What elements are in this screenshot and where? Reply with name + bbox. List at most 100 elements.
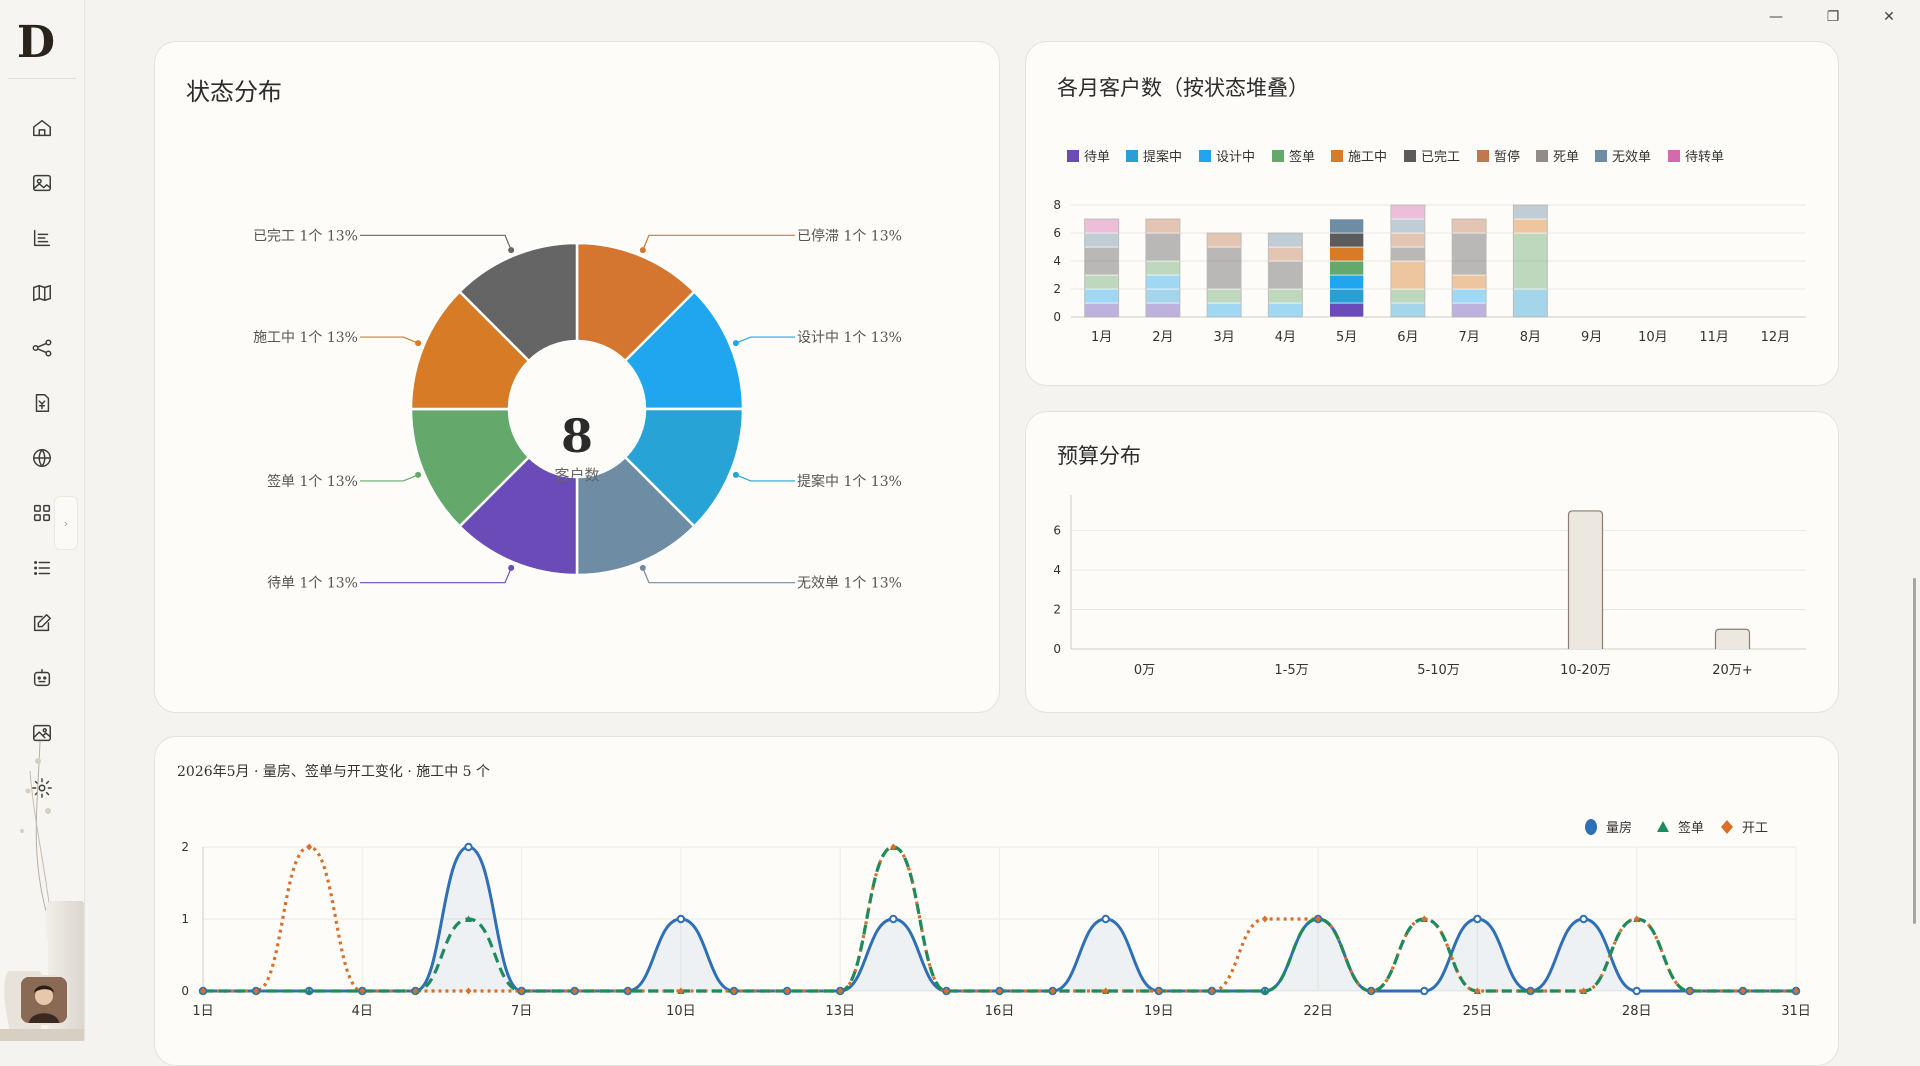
invoice-icon[interactable] xyxy=(26,387,58,419)
stack-bar-segment[interactable] xyxy=(1206,288,1242,304)
x-tick-label: 10日 xyxy=(666,1004,696,1019)
stack-bar-segment[interactable] xyxy=(1329,302,1364,318)
legend-swatch xyxy=(1199,150,1211,162)
stack-bar-segment[interactable] xyxy=(1145,274,1181,290)
series-point[interactable] xyxy=(1101,914,1110,924)
stack-bar-segment[interactable] xyxy=(1084,246,1119,276)
stack-bar-segment[interactable] xyxy=(1084,232,1119,248)
minimize-button[interactable]: — xyxy=(1753,4,1799,30)
series-point[interactable] xyxy=(1632,986,1641,996)
stack-bar-segment[interactable] xyxy=(1451,302,1487,318)
series-point[interactable] xyxy=(1262,915,1268,923)
stack-bar-segment[interactable] xyxy=(1084,218,1119,234)
stack-bar-segment[interactable] xyxy=(1513,232,1548,290)
home-icon[interactable] xyxy=(26,112,58,144)
map-icon[interactable] xyxy=(26,277,58,309)
stack-bar-segment[interactable] xyxy=(1451,288,1487,304)
user-avatar[interactable] xyxy=(19,975,69,1025)
stack-bar-segment[interactable] xyxy=(1329,232,1364,248)
legend-label: 已完工 xyxy=(1421,150,1460,165)
series-point[interactable] xyxy=(306,843,313,851)
stack-bar-segment[interactable] xyxy=(1513,218,1548,234)
stack-bar-segment[interactable] xyxy=(1268,246,1303,262)
budget-bar[interactable] xyxy=(1714,628,1751,649)
scrollbar-thumb[interactable] xyxy=(1913,578,1916,924)
y-tick-label: 8 xyxy=(1053,198,1061,212)
stack-bar-segment[interactable] xyxy=(1451,232,1487,276)
restore-button[interactable]: ❐ xyxy=(1810,4,1856,30)
stack-bar-segment[interactable] xyxy=(1268,232,1303,248)
series-point[interactable] xyxy=(1420,986,1429,996)
x-tick-label: 1日 xyxy=(192,1004,213,1019)
stack-bar-segment[interactable] xyxy=(1084,274,1119,290)
x-tick-label: 4月 xyxy=(1275,330,1296,345)
stack-bar-segment[interactable] xyxy=(1084,288,1119,304)
x-tick-label: 10-20万 xyxy=(1560,663,1611,678)
list-icon[interactable] xyxy=(26,552,58,584)
flow-icon[interactable] xyxy=(26,332,58,364)
stack-bar-segment[interactable] xyxy=(1206,232,1242,248)
stack-bar-segment[interactable] xyxy=(1451,274,1487,290)
stack-bar-segment[interactable] xyxy=(1084,302,1119,318)
stack-bar-segment[interactable] xyxy=(1145,302,1181,318)
center-value: 8 xyxy=(561,409,593,463)
stack-bar-segment[interactable] xyxy=(1145,232,1181,262)
x-tick-label: 4日 xyxy=(352,1004,373,1019)
stack-bar-segment[interactable] xyxy=(1145,218,1181,234)
pie-label: 已停滞 1个 13% xyxy=(797,227,902,244)
sidebar-expand-button[interactable]: › xyxy=(54,496,78,550)
legend-label: 设计中 xyxy=(1216,150,1255,165)
x-tick-label: 11月 xyxy=(1699,330,1729,345)
robot-icon[interactable] xyxy=(26,662,58,694)
budget-distribution-card: 预算分布 0 2 4 6 0万 1-5万 5-10万 10-20万 20万+ xyxy=(1025,411,1839,713)
x-tick-label: 5-10万 xyxy=(1417,663,1460,678)
legend-swatch xyxy=(1126,150,1138,162)
series-point[interactable] xyxy=(889,914,898,924)
stack-bar-segment[interactable] xyxy=(1390,260,1426,290)
stack-bar-segment[interactable] xyxy=(1390,302,1426,318)
stack-bar-segment[interactable] xyxy=(1206,246,1242,290)
stack-bar-segment[interactable] xyxy=(1145,260,1181,276)
stack-bar-segment[interactable] xyxy=(1390,288,1426,304)
stack-bar-segment[interactable] xyxy=(1451,218,1487,234)
monthly-stacked-bar-chart: 待单 提案中 设计中 签单 施工中 已完工 暂停 死单 无效单 待转单 0 2 4 6 8 1月 2月 3月 4月 5… xyxy=(1053,149,1806,345)
edit-icon[interactable] xyxy=(26,607,58,639)
stack-bar-segment[interactable] xyxy=(1390,218,1426,234)
stack-bar-segment[interactable] xyxy=(1268,288,1303,304)
stack-bar-segment[interactable] xyxy=(1390,232,1426,248)
stack-bar-segment[interactable] xyxy=(1513,204,1548,220)
series-point[interactable] xyxy=(676,914,686,924)
legend-label: 签单 xyxy=(1678,820,1704,836)
x-tick-label: 8月 xyxy=(1520,330,1541,345)
x-tick-label: 3月 xyxy=(1213,330,1234,345)
close-button[interactable]: ✕ xyxy=(1866,4,1912,30)
leader-line xyxy=(735,474,795,482)
gallery-icon[interactable] xyxy=(26,167,58,199)
stack-bar-segment[interactable] xyxy=(1145,288,1181,304)
status-distribution-card: 状态分布 已停滞 1个 13% 设计中 1个 13% 提案中 1个 13% 无效单 1… xyxy=(154,41,1000,713)
stack-bar-segment[interactable] xyxy=(1329,288,1364,304)
budget-bar[interactable] xyxy=(1567,510,1604,649)
series-point[interactable] xyxy=(1579,914,1588,924)
stack-bar-segment[interactable] xyxy=(1329,218,1364,234)
series-point[interactable] xyxy=(464,842,473,852)
y-tick-label: 2 xyxy=(1053,282,1061,296)
stack-bar-segment[interactable] xyxy=(1268,302,1303,318)
stack-bar-segment[interactable] xyxy=(1268,260,1303,290)
stack-bar-segment[interactable] xyxy=(1390,204,1426,220)
x-tick-label: 2月 xyxy=(1152,330,1173,345)
stack-bar-segment[interactable] xyxy=(1329,260,1364,276)
series-point[interactable] xyxy=(1473,914,1482,924)
leader-dot xyxy=(639,247,646,254)
stack-bar-segment[interactable] xyxy=(1329,274,1364,290)
stack-bar-segment[interactable] xyxy=(1390,246,1426,262)
stack-bar-segment[interactable] xyxy=(1206,302,1242,318)
stack-bar-segment[interactable] xyxy=(1329,246,1364,262)
stack-bar-segment[interactable] xyxy=(1513,288,1548,318)
leader-line xyxy=(360,336,419,344)
globe-icon[interactable] xyxy=(26,442,58,474)
list-tree-icon[interactable] xyxy=(26,222,58,254)
x-tick-label: 31日 xyxy=(1781,1004,1811,1019)
app-logo: D xyxy=(16,17,56,68)
y-tick-label: 0 xyxy=(181,984,189,998)
